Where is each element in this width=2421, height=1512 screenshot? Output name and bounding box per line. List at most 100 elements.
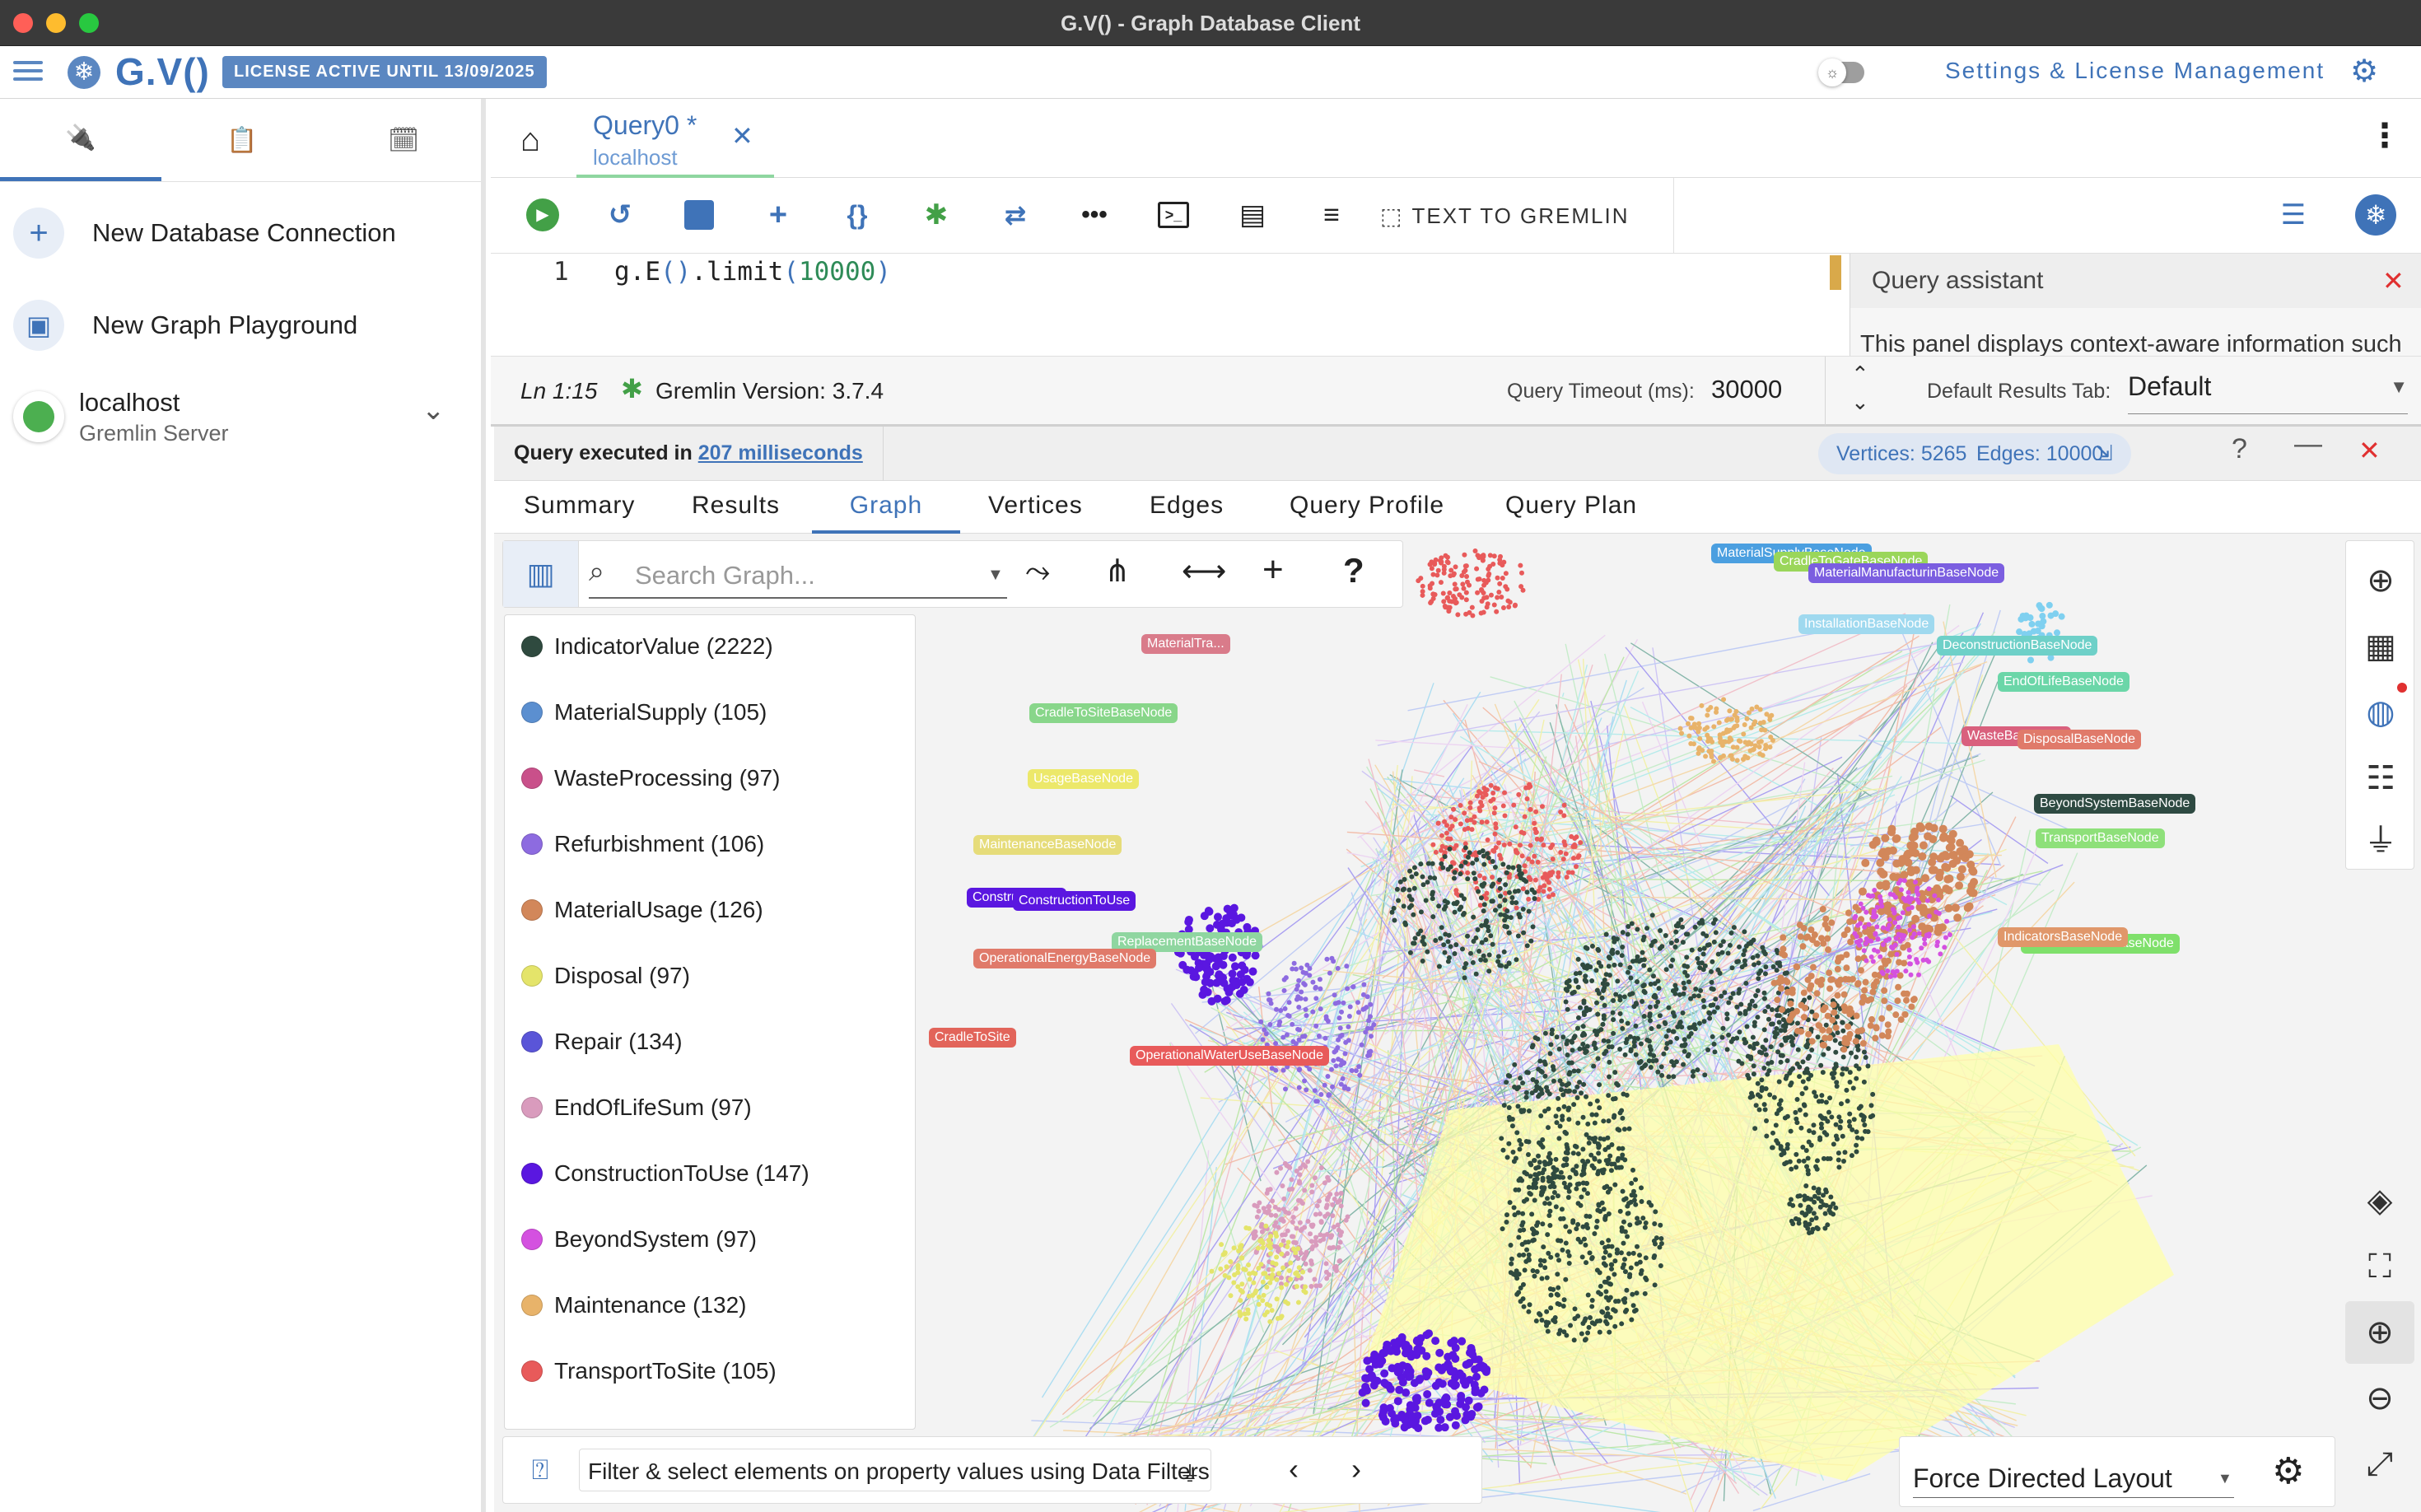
legend-item[interactable]: IndicatorValue (2222) xyxy=(521,630,773,663)
add-icon[interactable]: + xyxy=(756,193,800,237)
home-icon[interactable]: ⌂ xyxy=(520,122,540,159)
search-graph-input[interactable]: ⌕ Search Graph... ▼ xyxy=(589,551,1007,599)
legend-item[interactable]: MaterialUsage (126) xyxy=(521,894,763,926)
close-icon[interactable]: ✕ xyxy=(2382,265,2405,296)
chevron-down-icon[interactable]: ⌄ xyxy=(422,394,445,427)
node-label[interactable]: CradleToSite xyxy=(929,1028,1016,1048)
code-line[interactable]: g.E().limit(10000) xyxy=(614,257,891,287)
node-label[interactable]: EndOfLifeBaseNode xyxy=(1998,672,2129,692)
executed-time-link[interactable]: 207 milliseconds xyxy=(698,441,863,464)
node-label[interactable]: BeyondSystemBaseNode xyxy=(2034,794,2196,814)
layout-select[interactable]: Force Directed Layout ▼ xyxy=(1913,1449,2234,1498)
fit-screen-icon[interactable]: ⛶ xyxy=(2345,1235,2414,1298)
chevron-right-icon[interactable]: › xyxy=(1351,1452,1361,1486)
export-icon[interactable]: ⇲ xyxy=(2095,441,2113,466)
chat-icon[interactable]: ☰ xyxy=(2271,193,2316,237)
playlist-star-icon[interactable]: ≡ xyxy=(1309,193,1354,237)
gear-icon[interactable]: ⚙ xyxy=(2272,1450,2304,1492)
snowflake-icon[interactable]: ❄ xyxy=(2355,194,2396,236)
save-icon[interactable] xyxy=(677,193,721,237)
format-braces-icon[interactable]: {} xyxy=(835,193,879,237)
table-icon[interactable]: ▦ xyxy=(2346,615,2415,678)
tab-queries[interactable]: 📋 xyxy=(161,99,323,181)
node-label[interactable]: OperationalWaterUseBaseNode xyxy=(1130,1046,1329,1066)
tree-icon[interactable]: ⋔ xyxy=(1104,553,1131,590)
legend-color-dot xyxy=(521,833,543,855)
path-icon[interactable]: ⤳ xyxy=(1025,554,1050,590)
node-label[interactable]: MaintenanceBaseNode xyxy=(973,835,1122,855)
layers-icon[interactable]: ◈ xyxy=(2345,1169,2414,1232)
increment-icon[interactable]: ⌃ xyxy=(1851,362,1869,387)
tab-connections[interactable]: 🔌 xyxy=(0,99,161,181)
help-book-icon[interactable]: ⍰ xyxy=(503,1437,577,1503)
sliders-icon[interactable]: ☷ xyxy=(2346,747,2415,810)
tab-vertices[interactable]: Vertices xyxy=(988,481,1083,534)
legend-item[interactable]: WasteProcessing (97) xyxy=(521,762,780,795)
node-label[interactable]: MaterialManufacturinBaseNode xyxy=(1808,563,2005,583)
add-icon[interactable]: + xyxy=(1262,549,1284,590)
legend-item[interactable]: TransportToSite (105) xyxy=(521,1355,777,1388)
default-tab-select[interactable]: Default ▼ xyxy=(2128,371,2408,414)
tab-summary[interactable]: Summary xyxy=(524,481,635,534)
legend-item[interactable]: Maintenance (132) xyxy=(521,1289,746,1322)
legend-item[interactable]: EndOfLifeSum (97) xyxy=(521,1091,752,1124)
close-results-icon[interactable]: ✕ xyxy=(2358,435,2381,466)
fullscreen-icon[interactable]: ⤢ xyxy=(2345,1433,2414,1496)
minimize-icon[interactable]: — xyxy=(2294,428,2322,460)
theme-toggle[interactable]: ☼ xyxy=(1818,58,1864,86)
node-label[interactable]: DisposalBaseNode xyxy=(2018,730,2142,749)
connection-localhost[interactable]: localhost Gremlin Server ⌄ xyxy=(0,376,481,458)
node-label[interactable]: CradleToSiteBaseNode xyxy=(1029,703,1178,723)
tab-edges[interactable]: Edges xyxy=(1150,481,1224,534)
debug-icon[interactable]: ✱ xyxy=(914,193,959,237)
legend-color-dot xyxy=(521,965,543,987)
node-label[interactable]: MaterialTra... xyxy=(1141,634,1230,654)
terminal-icon[interactable]: >_ xyxy=(1151,193,1196,237)
dropdown-arrow-icon[interactable]: ▼ xyxy=(987,566,1004,585)
new-database-connection-button[interactable]: + New Database Connection xyxy=(0,208,481,259)
timeout-input[interactable]: 30000 xyxy=(1711,375,1782,404)
zoom-in-icon[interactable]: ⊕ xyxy=(2345,1301,2414,1364)
map-icon[interactable]: ▥ xyxy=(503,541,579,607)
tab-history[interactable]: 🗓 xyxy=(323,99,484,181)
tab-results[interactable]: Results xyxy=(692,481,780,534)
more-vertical-icon[interactable]: ⋮ xyxy=(2368,117,2401,155)
chevron-left-icon[interactable]: ‹ xyxy=(1289,1452,1299,1486)
data-filters-button[interactable]: Filter & select elements on property val… xyxy=(579,1449,1211,1491)
close-tab-icon[interactable]: ✕ xyxy=(731,120,753,152)
legend-item[interactable]: Repair (134) xyxy=(521,1025,683,1058)
zoom-out-icon[interactable]: ⊖ xyxy=(2345,1367,2414,1430)
tab-graph[interactable]: Graph xyxy=(812,481,960,534)
dots-icon[interactable]: ••• xyxy=(1072,193,1117,237)
new-graph-playground-button[interactable]: ▣ New Graph Playground xyxy=(0,300,481,351)
node-label[interactable]: OperationalEnergyBaseNode xyxy=(973,949,1157,968)
tab-query-profile[interactable]: Query Profile xyxy=(1290,481,1444,534)
script-icon[interactable]: ▤ xyxy=(1230,193,1275,237)
legend-item[interactable]: ConstructionToUse (147) xyxy=(521,1157,809,1190)
node-label[interactable]: InstallationBaseNode xyxy=(1798,614,1935,634)
filter-icon[interactable]: ⏚ xyxy=(2346,806,2415,869)
edge-arrow-icon[interactable]: ⟷ xyxy=(1182,553,1226,590)
text-to-gremlin-button[interactable]: ⬚ TEXT TO GREMLIN xyxy=(1380,199,1630,232)
help-icon[interactable]: ? xyxy=(2232,433,2247,465)
tab-query-plan[interactable]: Query Plan xyxy=(1505,481,1637,534)
code-editor[interactable]: 1 g.E().limit(10000) xyxy=(491,254,1841,356)
run-icon[interactable]: ▶ xyxy=(526,198,559,231)
help-icon[interactable]: ? xyxy=(1343,551,1364,590)
node-label[interactable]: TransportBaseNode xyxy=(2036,828,2165,848)
legend-item[interactable]: Disposal (97) xyxy=(521,959,690,992)
node-label[interactable]: ConstructionToUse xyxy=(1013,891,1136,911)
compare-icon[interactable]: ⇄ xyxy=(993,193,1038,237)
node-label[interactable]: IndicatorsBaseNode xyxy=(1998,927,2129,947)
settings-license-link[interactable]: Settings & License Management xyxy=(1945,58,2325,84)
decrement-icon[interactable]: ⌄ xyxy=(1851,390,1869,415)
legend-item[interactable]: BeyondSystem (97) xyxy=(521,1223,757,1256)
menu-icon[interactable] xyxy=(13,56,43,86)
node-label[interactable]: DeconstructionBaseNode xyxy=(1937,636,2098,656)
node-label[interactable]: UsageBaseNode xyxy=(1028,769,1139,789)
history-icon[interactable]: ↺ xyxy=(598,193,642,237)
locate-icon[interactable]: ⊕ xyxy=(2346,549,2415,612)
legend-item[interactable]: Refurbishment (106) xyxy=(521,828,764,861)
gear-icon[interactable]: ⚙ xyxy=(2350,53,2378,90)
legend-item[interactable]: MaterialSupply (105) xyxy=(521,696,767,729)
